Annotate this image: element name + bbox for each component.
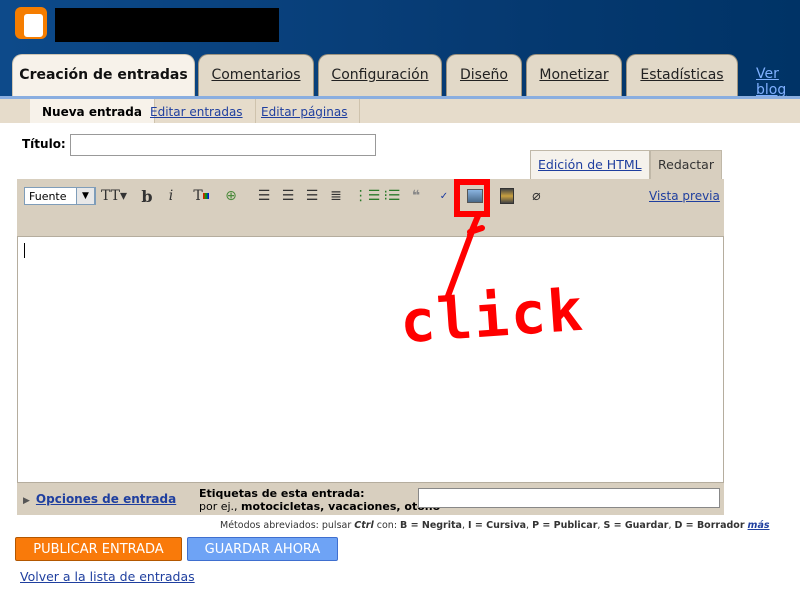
shortcut-item: B = Negrita: [400, 520, 462, 531]
blogger-logo[interactable]: [15, 7, 47, 39]
tags-hint-examples: motocicletas, vacaciones, otoño: [241, 500, 441, 513]
italic-icon[interactable]: i: [164, 187, 178, 205]
tab-comentarios[interactable]: Comentarios: [198, 54, 314, 96]
title-label: Título:: [22, 137, 66, 151]
text-color-icon[interactable]: T: [192, 187, 210, 205]
shortcuts-prefix: Métodos abreviados: pulsar: [220, 520, 355, 531]
tab-diseno[interactable]: Diseño: [446, 54, 522, 96]
post-body-editor[interactable]: [17, 236, 724, 483]
subnav-editar-entradas[interactable]: Editar entradas: [138, 99, 256, 123]
spellcheck-icon[interactable]: ✓: [435, 187, 453, 205]
shortcuts-more-link[interactable]: más: [748, 520, 770, 531]
subnav-nueva-entrada[interactable]: Nueva entrada: [30, 99, 155, 123]
tab-label: Monetizar: [539, 67, 609, 83]
tab-label: Configuración: [331, 67, 429, 83]
link-icon[interactable]: ⊕: [222, 187, 240, 205]
insert-video-icon[interactable]: [498, 187, 516, 205]
view-blog-link[interactable]: Ver blog: [756, 66, 800, 98]
redacted-blog-name: [55, 8, 279, 42]
subnav-editar-paginas[interactable]: Editar páginas: [249, 99, 361, 123]
bullet-list-icon[interactable]: ⁝☰: [383, 187, 401, 205]
shortcut-item: P = Publicar: [532, 520, 598, 531]
keyboard-shortcuts-hint: Métodos abreviados: pulsar Ctrl con: B =…: [220, 520, 770, 531]
chevron-down-icon[interactable]: ▼: [76, 187, 95, 205]
save-now-button[interactable]: GUARDAR AHORA: [187, 537, 338, 561]
tags-label: Etiquetas de esta entrada: por ej., motoc…: [199, 487, 440, 513]
tags-hint: por ej.,: [199, 500, 242, 513]
post-options-toggle[interactable]: ▶ Opciones de entrada: [23, 492, 176, 506]
tags-input[interactable]: [418, 488, 720, 508]
editor-toolbar: Fuente ▼ TT▾ b i T ⊕ ☰ ☰ ☰ ≣ ⋮☰ ⁝☰ ❝ ✓ ⌀…: [17, 179, 724, 236]
font-size-icon[interactable]: TT▾: [101, 187, 127, 205]
sub-navigation: Nueva entrada Editar entradas Editar pág…: [0, 96, 800, 123]
post-options-link[interactable]: Opciones de entrada: [36, 492, 176, 506]
shortcut-item: S = Guardar: [603, 520, 669, 531]
numbered-list-icon[interactable]: ⋮☰: [354, 187, 381, 205]
header: Creación de entradas Comentarios Configu…: [0, 0, 800, 98]
shortcuts-con: con:: [373, 520, 401, 531]
bold-icon[interactable]: b: [139, 187, 155, 206]
shortcut-item: D = Borrador: [674, 520, 745, 531]
tab-label: Comentarios: [211, 67, 301, 83]
tab-compose[interactable]: Redactar: [650, 150, 722, 179]
post-options-bar: ▶ Opciones de entrada Etiquetas de esta e…: [17, 483, 724, 515]
tab-configuracion[interactable]: Configuración: [318, 54, 442, 96]
tab-label: Estadísticas: [640, 67, 724, 83]
align-left-icon[interactable]: ☰: [255, 187, 273, 205]
title-input[interactable]: [70, 134, 376, 156]
preview-link[interactable]: Vista previa: [649, 189, 720, 203]
tab-monetizar[interactable]: Monetizar: [526, 54, 622, 96]
triangle-right-icon: ▶: [23, 496, 30, 506]
back-to-posts-link[interactable]: Volver a la lista de entradas: [20, 569, 195, 584]
align-right-icon[interactable]: ☰: [303, 187, 321, 205]
remove-formatting-icon[interactable]: ⌀: [527, 187, 545, 205]
justify-icon[interactable]: ≣: [327, 187, 345, 205]
tab-estadisticas[interactable]: Estadísticas: [626, 54, 738, 96]
blockquote-icon[interactable]: ❝: [407, 187, 425, 205]
shortcuts-ctrl: Ctrl: [354, 520, 374, 531]
insert-image-icon[interactable]: [465, 187, 485, 205]
click-annotation-text: click: [397, 275, 587, 357]
shortcut-item: I = Cursiva: [468, 520, 527, 531]
tab-html-edit[interactable]: Edición de HTML: [530, 150, 650, 179]
text-caret: [24, 243, 25, 258]
tab-creacion-entradas[interactable]: Creación de entradas: [12, 54, 195, 98]
tags-label-text: Etiquetas de esta entrada:: [199, 487, 365, 500]
align-center-icon[interactable]: ☰: [279, 187, 297, 205]
publish-button[interactable]: PUBLICAR ENTRADA: [15, 537, 182, 561]
tab-label: Creación de entradas: [19, 67, 188, 83]
tab-label: Diseño: [459, 67, 508, 83]
